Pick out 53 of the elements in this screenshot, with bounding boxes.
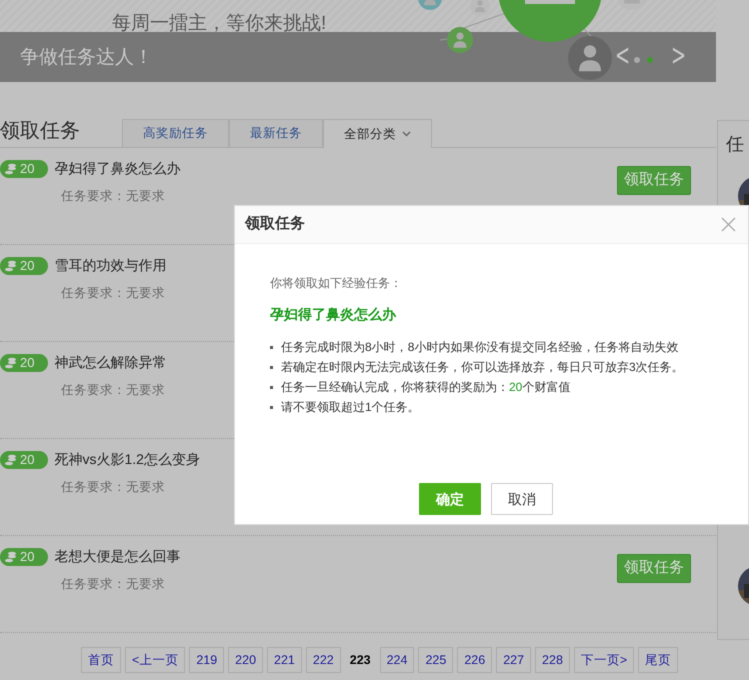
page-link[interactable]: 226 — [457, 647, 492, 673]
sidebar-title: 任 — [726, 133, 744, 155]
reward-badge: 20 — [0, 450, 48, 468]
banner-title: 争做任务达人！ — [20, 46, 153, 70]
page-link[interactable]: 224 — [380, 647, 414, 673]
coins-icon — [5, 162, 17, 174]
rule-text: 任务一旦经确认完成，你将获得的奖励为：20个财富值 — [281, 379, 570, 396]
page-link[interactable]: 221 — [267, 647, 302, 673]
coins-icon — [5, 550, 17, 562]
bullet-icon — [270, 346, 273, 348]
page-link[interactable]: 219 — [189, 647, 224, 673]
page-link[interactable]: 首页 — [81, 647, 121, 673]
coins-icon — [5, 356, 17, 368]
tab[interactable]: 高奖励任务 — [122, 119, 229, 147]
reward-badge: 20 — [0, 548, 48, 566]
task-title[interactable]: 死神vs火影1.2怎么变身 — [54, 449, 200, 470]
dialog-title: 领取任务 — [245, 214, 305, 234]
page-link[interactable]: 尾页 — [638, 647, 678, 673]
rule-text: 任务完成时限为8小时，8小时内如果你没有提交同名经验，任务将自动失效 — [281, 339, 678, 356]
task-requirement: 任务要求：无要求 — [61, 285, 165, 302]
tab[interactable]: 全部分类 — [323, 119, 432, 148]
page-link[interactable]: 227 — [496, 647, 532, 673]
task-requirement: 任务要求：无要求 — [61, 479, 165, 496]
page-link[interactable]: 228 — [535, 647, 570, 673]
reward-badge: 20 — [0, 256, 48, 274]
coins-icon — [5, 454, 17, 466]
page-link[interactable]: 222 — [306, 647, 341, 673]
task-title[interactable]: 神武怎么解除异常 — [54, 352, 166, 373]
section-heading: 领取任务 — [0, 119, 80, 144]
task-title[interactable]: 孕妇得了鼻炎怎么办 — [54, 158, 180, 179]
reward-badge: 20 — [0, 160, 48, 178]
bullet-icon — [270, 406, 273, 408]
bullet-icon — [270, 366, 273, 368]
tab[interactable]: 最新任务 — [229, 119, 323, 147]
task-requirement: 任务要求：无要求 — [61, 188, 165, 205]
rule-text: 若确定在时限内无法完成该任务，你可以选择放弃，每日只可放弃3次任务。 — [281, 359, 684, 376]
page-link[interactable]: 220 — [228, 647, 264, 673]
task-title[interactable]: 雪耳的功效与作用 — [54, 255, 166, 276]
task-title[interactable]: 老想大便是怎么回事 — [54, 546, 180, 567]
page-link[interactable]: 下一页> — [574, 647, 634, 673]
cancel-button[interactable]: 取消 — [491, 483, 553, 515]
reward-badge: 20 — [0, 354, 48, 372]
bullet-icon — [270, 386, 273, 388]
banner-subtitle: 每周一擂主，等你来挑战! — [112, 12, 326, 36]
rule-text: 请不要领取超过1个任务。 — [281, 399, 420, 416]
page-link[interactable]: 225 — [418, 647, 454, 673]
task-name: 孕妇得了鼻炎怎么办 — [270, 305, 398, 324]
task-requirement: 任务要求：无要求 — [61, 576, 165, 593]
dialog-intro: 你将领取如下经验任务： — [270, 275, 403, 292]
close-icon[interactable] — [721, 217, 736, 232]
task-requirement: 任务要求：无要求 — [61, 382, 165, 399]
page-link[interactable]: <上一页 — [125, 647, 186, 673]
coins-icon — [5, 260, 17, 272]
